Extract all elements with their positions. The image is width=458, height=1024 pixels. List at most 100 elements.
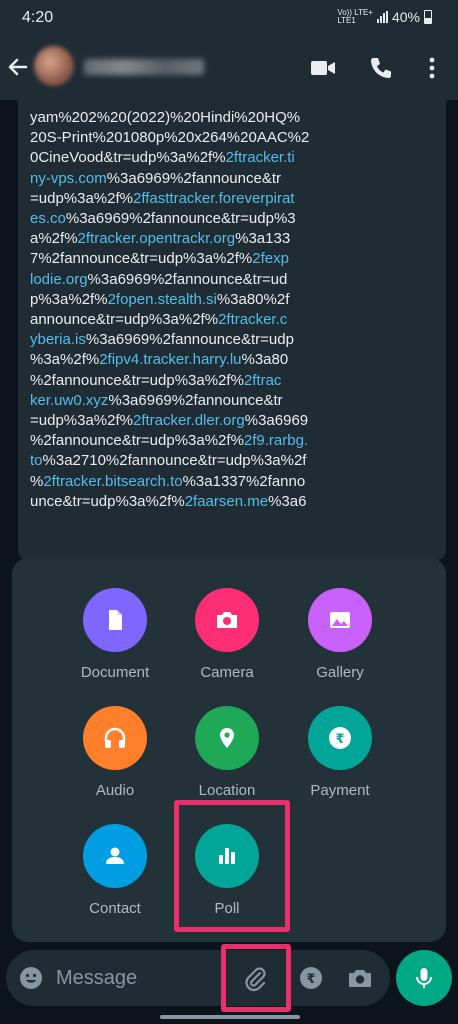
- contact-avatar[interactable]: [34, 46, 74, 86]
- message-link[interactable]: ker.uw0.xyz: [30, 392, 108, 409]
- message-text-segment: 7%2fannounce&tr=udp%3a%2f%: [30, 250, 253, 268]
- camera-icon: [217, 612, 237, 628]
- contact-name[interactable]: [84, 59, 204, 75]
- status-bar: 4:20 Vo)) LTE+ LTE1 40%: [0, 0, 458, 34]
- message-text-segment: %3a80%2f: [216, 290, 290, 308]
- message-text-segment: %3a80: [241, 351, 289, 369]
- voice-message-button[interactable]: [396, 950, 452, 1006]
- attach-label: Audio: [95, 782, 135, 799]
- message-link[interactable]: 2ftrac: [244, 372, 282, 389]
- message-link[interactable]: 2ftracker.opentrackr.org: [78, 230, 236, 247]
- audio-circle: [83, 706, 147, 770]
- camera-icon[interactable]: [346, 964, 374, 992]
- attach-audio-button[interactable]: Audio: [60, 706, 170, 799]
- message-link[interactable]: 2ftracker.c: [218, 311, 287, 328]
- message-composer[interactable]: Message ₹: [6, 950, 390, 1006]
- message-text-segment: %3a6969%2fannounce&tr: [106, 169, 281, 187]
- video-call-icon[interactable]: [309, 54, 337, 82]
- gallery-circle: [308, 588, 372, 652]
- attach-camera-button[interactable]: Camera: [172, 588, 282, 681]
- payment-circle: ₹: [308, 706, 372, 770]
- attach-label: Gallery: [316, 664, 364, 681]
- attach-label: Payment: [310, 782, 370, 799]
- message-text-segment: %3a6969%2fannounce&tr: [108, 391, 283, 409]
- attach-label: Document: [80, 664, 150, 681]
- message-text-segment: %3a133: [235, 230, 291, 248]
- message-text-segment: %3a6969: [244, 412, 309, 430]
- message-bubble[interactable]: yam%202%20(2022)%20Hindi%20HQ% 20S-Print%…: [18, 100, 446, 560]
- attach-label: Location: [198, 782, 256, 799]
- attach-payment-button[interactable]: ₹ Payment: [285, 706, 395, 799]
- message-text-segment: %3a%2f%: [30, 351, 100, 369]
- svg-text:₹: ₹: [335, 732, 344, 747]
- rupee-icon: ₹: [329, 727, 351, 749]
- message-link[interactable]: es.co: [30, 210, 66, 227]
- message-link[interactable]: 2fexp: [252, 250, 289, 267]
- payment-rupee-icon[interactable]: ₹: [298, 965, 324, 991]
- message-link[interactable]: 2ftracker.bitsearch.to: [43, 473, 182, 490]
- emoji-icon[interactable]: [18, 965, 44, 991]
- message-text-segment: =udp%3a%2f%: [30, 412, 133, 430]
- battery-icon: [424, 10, 432, 24]
- contact-circle: [83, 824, 147, 888]
- attach-gallery-button[interactable]: Gallery: [285, 588, 395, 681]
- status-time: 4:20: [22, 9, 54, 26]
- message-link[interactable]: 2ftracker.ti: [226, 149, 295, 166]
- message-text-segment: %2fannounce&tr=udp%3a%2f%: [30, 371, 244, 389]
- network-indicator: Vo)) LTE+ LTE1: [337, 8, 373, 25]
- headphones-icon: [104, 727, 126, 748]
- message-text-segment: %3a2710%2fannounce&tr=udp%3a%2f: [42, 452, 307, 470]
- message-text-segment: %2fannounce&tr=udp%3a%2f%: [30, 432, 244, 450]
- gallery-icon: [330, 612, 350, 628]
- microphone-icon: [416, 968, 432, 988]
- attach-location-button[interactable]: Location: [172, 706, 282, 799]
- attach-contact-button[interactable]: Contact: [60, 824, 170, 917]
- message-link[interactable]: ny-vps.com: [30, 170, 107, 187]
- message-text-segment: p%3a%2f%: [30, 290, 108, 308]
- document-icon: [109, 610, 122, 630]
- signal-icon: [376, 11, 388, 23]
- message-text-segment: %3a6969%2fannounce&tr=udp: [85, 331, 294, 349]
- camera-circle: [195, 588, 259, 652]
- message-text-segment: 20S-Print%201080p%20x264%20AAC%2: [30, 129, 310, 147]
- status-indicators: Vo)) LTE+ LTE1 40%: [337, 9, 432, 25]
- message-text-segment: %3a6969%2fannounce&tr=udp%3: [65, 210, 296, 228]
- document-circle: [83, 588, 147, 652]
- more-vertical-icon[interactable]: [418, 54, 446, 82]
- attach-highlight-box: [221, 944, 291, 1012]
- message-link[interactable]: 2faarsen.me: [185, 493, 268, 510]
- message-text-segment: %3a1337%2fanno: [182, 472, 306, 490]
- battery-percent: 40%: [391, 9, 420, 25]
- back-arrow-icon[interactable]: [6, 52, 30, 82]
- message-text-segment: =udp%3a%2f%: [30, 189, 133, 207]
- location-circle: [195, 706, 259, 770]
- message-link[interactable]: yberia.is: [30, 331, 86, 348]
- phone-icon[interactable]: [367, 54, 395, 82]
- attach-label: Camera: [200, 664, 254, 681]
- location-pin-icon: [220, 728, 234, 748]
- svg-text:₹: ₹: [306, 972, 315, 987]
- attach-document-button[interactable]: Document: [60, 588, 170, 681]
- message-link[interactable]: lodie.org: [30, 271, 88, 288]
- message-input[interactable]: Message: [56, 967, 137, 990]
- message-text: yam%202%20(2022)%20Hindi%20HQ% 20S-Print%…: [30, 108, 438, 512]
- message-text-segment: a%2f%: [30, 230, 78, 248]
- message-text-segment: %3a6969%2fannounce&tr=ud: [87, 270, 288, 288]
- message-link[interactable]: 2fipv4.tracker.harry.lu: [99, 351, 241, 368]
- message-link[interactable]: 2f9.rarbg.: [244, 432, 308, 449]
- poll-highlight-box: [174, 800, 290, 932]
- message-text-segment: announce&tr=udp%3a%2f%: [30, 311, 219, 329]
- message-text-segment: 0CineVood&tr=udp%3a%2f%: [30, 149, 226, 167]
- message-text-segment: unce&tr=udp%3a%2f%: [30, 492, 185, 510]
- message-text-segment: %: [30, 472, 44, 490]
- message-link[interactable]: to: [30, 452, 43, 469]
- person-icon: [106, 847, 124, 864]
- message-link[interactable]: 2fopen.stealth.si: [108, 291, 217, 308]
- chat-header: [0, 34, 458, 100]
- message-link[interactable]: 2ffasttracker.foreverpirat: [133, 190, 294, 207]
- message-text-segment: %3a6: [268, 492, 307, 510]
- message-link[interactable]: 2ftracker.dler.org: [133, 412, 245, 429]
- message-text-segment: yam%202%20(2022)%20Hindi%20HQ%: [30, 109, 301, 126]
- gesture-nav-bar[interactable]: [160, 1015, 300, 1019]
- attach-label: Contact: [89, 900, 141, 917]
